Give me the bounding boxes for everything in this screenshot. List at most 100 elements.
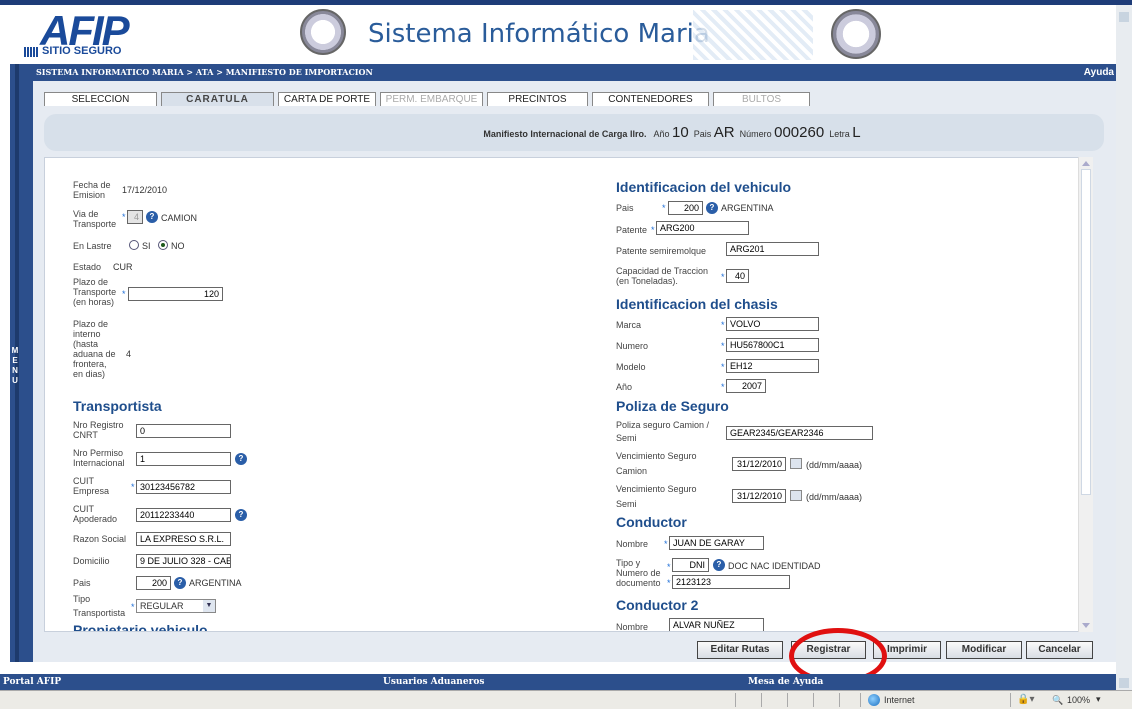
poliza-title: Poliza de Seguro: [616, 398, 729, 414]
help-icon[interactable]: ?: [174, 577, 186, 589]
portal-afip-link[interactable]: Portal AFIP: [3, 674, 61, 690]
venc-camion-label: Vencimiento Seguro Camion: [616, 451, 697, 476]
nombre2-input[interactable]: ALVAR NUÑEZ: [669, 618, 764, 631]
scroll-down-icon[interactable]: [1082, 623, 1090, 628]
lastre-si-radio[interactable]: [129, 240, 139, 250]
globe-icon: [868, 694, 880, 706]
help-icon[interactable]: ?: [713, 559, 725, 571]
capacidad-input[interactable]: 40: [726, 269, 749, 283]
pais-vehiculo-code[interactable]: 200: [668, 201, 703, 215]
lastre-no-label: NO: [171, 241, 185, 251]
lastre-no-radio[interactable]: [158, 240, 168, 250]
semiremolque-input[interactable]: ARG201: [726, 242, 819, 256]
plazo-interno-label: Plazo de interno (hasta aduana de frontera, e…: [73, 319, 116, 379]
venc-semi-label: Vencimiento Seguro Semi: [616, 484, 697, 509]
modelo-input[interactable]: EH12: [726, 359, 819, 373]
zoom-chevron-icon[interactable]: ▾: [1096, 694, 1101, 705]
patente-input[interactable]: ARG200: [656, 221, 749, 235]
letra-value: L: [852, 124, 861, 141]
tab-precintos[interactable]: PRECINTOS: [487, 92, 588, 106]
numero-chasis-input[interactable]: HU567800C1: [726, 338, 819, 352]
footer-links: Portal AFIP Usuarios Aduaneros Mesa de A…: [0, 674, 1116, 690]
nro-permiso-label: Nro Permiso Internacional: [73, 448, 125, 468]
marca-input[interactable]: VOLVO: [726, 317, 819, 331]
help-icon[interactable]: ?: [235, 453, 247, 465]
venc-semi-input[interactable]: 31/12/2010: [732, 489, 786, 503]
tab-carta-de-porte[interactable]: CARTA DE PORTE: [278, 92, 376, 106]
sitio-seguro-label: SITIO SEGURO: [42, 45, 122, 57]
razon-social-input[interactable]: LA EXPRESO S.R.L.: [136, 532, 231, 546]
modificar-button[interactable]: Modificar: [946, 641, 1022, 659]
vertical-scrollbar[interactable]: [1078, 157, 1093, 632]
modelo-label: Modelo: [616, 362, 646, 372]
domicilio-label: Domicilio: [73, 556, 110, 566]
fecha-emision-value: 17/12/2010: [122, 185, 168, 195]
numero-label: Número: [739, 129, 772, 139]
tab-contenedores[interactable]: CONTENEDORES: [592, 92, 709, 106]
conductor2-title: Conductor 2: [616, 597, 699, 613]
pais-vehiculo-desc: ARGENTINA: [721, 203, 774, 213]
numero-value: 000260: [774, 124, 825, 141]
poliza-input[interactable]: GEAR2345/GEAR2346: [726, 426, 873, 440]
date-hint: (dd/mm/aaaa): [806, 492, 863, 502]
tipo-transportista-select[interactable]: REGULAR ▼: [136, 599, 216, 613]
help-icon[interactable]: ?: [146, 211, 158, 223]
menu-label[interactable]: M E N U: [10, 346, 20, 386]
maria-seal-icon: [300, 9, 346, 55]
side-menu[interactable]: M E N U: [10, 64, 33, 662]
mesa-de-ayuda-link[interactable]: Mesa de Ayuda: [748, 674, 823, 690]
pais-vehiculo-label: Pais: [616, 203, 634, 213]
tab-perm-embarque: PERM. EMBARQUE: [380, 92, 483, 106]
propietario-title: Propietario vehiculo: [73, 622, 208, 632]
nro-permiso-input[interactable]: 1: [136, 452, 231, 466]
via-transporte-desc: CAMION: [161, 213, 197, 223]
pais-transportista-label: Pais: [73, 578, 91, 588]
chasis-title: Identificacion del chasis: [616, 296, 778, 312]
cancelar-button[interactable]: Cancelar: [1026, 641, 1093, 659]
usuarios-aduaneros-link[interactable]: Usuarios Aduaneros: [383, 674, 484, 690]
tipo-doc-desc: DOC NAC IDENTIDAD: [728, 561, 821, 571]
tipo-doc-label: Tipo y Numero de documento: [616, 558, 661, 588]
cuit-apoderado-input[interactable]: 20112233440: [136, 508, 231, 522]
semiremolque-label: Patente semiremolque: [616, 246, 707, 256]
anio-chasis-input[interactable]: 2007: [726, 379, 766, 393]
transportista-title: Transportista: [73, 398, 162, 414]
zone-label: Internet: [884, 695, 915, 705]
calendar-icon[interactable]: [790, 458, 802, 469]
help-icon[interactable]: ?: [706, 202, 718, 214]
help-link[interactable]: Ayuda: [1084, 64, 1114, 81]
domicilio-input[interactable]: 9 DE JULIO 328 - CAE: [136, 554, 231, 568]
scroll-up-icon[interactable]: [1082, 161, 1090, 166]
zoom-icon[interactable]: 🔍: [1052, 695, 1063, 706]
documento-input[interactable]: 2123123: [672, 575, 790, 589]
nro-registro-label: Nro Registro CNRT: [73, 420, 124, 440]
manifest-title: Manifiesto Internacional de Carga llro.: [483, 129, 647, 139]
razon-social-label: Razon Social: [73, 534, 127, 544]
editar-rutas-button[interactable]: Editar Rutas: [697, 641, 783, 659]
venc-camion-input[interactable]: 31/12/2010: [732, 457, 786, 471]
tab-seleccion[interactable]: SELECCION: [44, 92, 157, 106]
tipo-transportista-label: Tipo Transportista: [73, 594, 126, 618]
anio-chasis-label: Año: [616, 382, 633, 392]
calendar-icon[interactable]: [790, 490, 802, 501]
cuit-empresa-label: CUIT Empresa: [73, 476, 110, 496]
capacidad-label: Capacidad de Traccion (en Toneladas).: [616, 266, 709, 286]
cuit-empresa-input[interactable]: 30123456782: [136, 480, 231, 494]
pais-transportista-code[interactable]: 200: [136, 576, 171, 590]
form-content: Fecha de Emision 17/12/2010 Via de Transpo…: [44, 157, 1093, 632]
help-icon[interactable]: ?: [235, 509, 247, 521]
zoom-level[interactable]: 100%: [1067, 695, 1090, 705]
tipo-doc-input[interactable]: DNI: [672, 558, 709, 572]
vehiculo-title: Identificacion del vehiculo: [616, 179, 792, 195]
tab-caratula[interactable]: CARATULA: [161, 92, 274, 106]
barcode-icon: [24, 47, 38, 57]
plazo-interno-value: 4: [126, 349, 132, 359]
plazo-transporte-input[interactable]: 120: [128, 287, 223, 301]
via-transporte-code: 4: [127, 210, 143, 224]
scrollbar-thumb[interactable]: [1081, 169, 1091, 495]
nombre-input[interactable]: JUAN DE GARAY: [669, 536, 764, 550]
aduana-seal-icon: [831, 9, 881, 59]
estado-value: CUR: [113, 262, 133, 272]
nro-registro-input[interactable]: 0: [136, 424, 231, 438]
security-icon[interactable]: 🔒▾: [1017, 694, 1034, 705]
